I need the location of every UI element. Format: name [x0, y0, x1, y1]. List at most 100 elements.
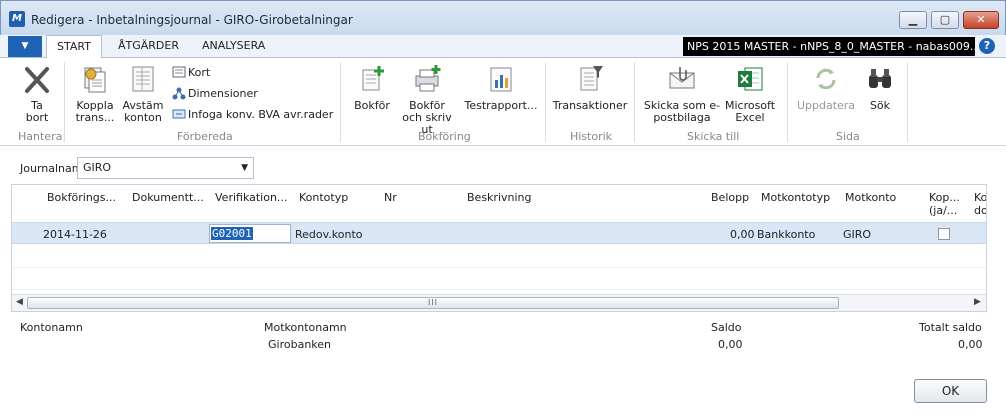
cell-bokforingsdatum[interactable]: 2014-11-26 [43, 228, 107, 241]
group-label-skicka-till: Skicka till [687, 130, 740, 143]
column-header-nr[interactable]: Nr [384, 191, 397, 204]
group-label-bokforing: Bokföring [418, 130, 471, 143]
find-button[interactable]: Sök [862, 64, 898, 112]
group-label-hantera: Hantera [18, 130, 63, 143]
cell-motkonto[interactable]: GIRO [843, 228, 871, 241]
test-report-button[interactable]: Testrapport... [463, 64, 539, 112]
column-header-kopia[interactable]: Kop... (ja/... [929, 191, 960, 217]
delete-x-icon [25, 67, 49, 93]
cell-motkontotyp[interactable]: Bankkonto [757, 228, 815, 241]
dropdown-arrow-icon: ▼ [241, 163, 248, 173]
group-label-historik: Historik [570, 130, 613, 143]
column-header-kopia-line1: Kop... [929, 191, 960, 204]
ok-button[interactable]: OK [914, 379, 987, 403]
journal-name-select[interactable]: GIRO ▼ [77, 157, 254, 179]
ribbon-separator [907, 62, 908, 142]
tab-atgarder[interactable]: ÅTGÄRDER [118, 39, 179, 52]
totalt-saldo-value: 0,00 [958, 338, 983, 351]
insert-conv-lines-button[interactable]: Infoga konv. BVA avr.rader [172, 107, 333, 121]
test-report-label: Testrapport... [464, 99, 538, 112]
close-button[interactable]: ✕ [963, 11, 999, 29]
column-header-truncated-line2: do [974, 204, 987, 217]
title-bar: М Redigera - Inbetalningsjournal - GIRO-… [0, 0, 1006, 35]
ribbon-separator [545, 62, 546, 142]
post-print-icon [415, 65, 441, 92]
minimize-button[interactable]: ▁ [899, 11, 927, 29]
ribbon-separator [634, 62, 635, 142]
column-header-beskrivning[interactable]: Beskrivning [467, 191, 532, 204]
excel-button[interactable]: Microsoft Excel [722, 64, 778, 124]
column-header-kontotyp[interactable]: Kontotyp [299, 191, 348, 204]
dimensions-label: Dimensioner [188, 87, 258, 100]
help-icon[interactable]: ? [979, 38, 995, 54]
scroll-right-icon[interactable]: ▶ [974, 297, 981, 307]
cell-belopp[interactable]: 0,00 [730, 228, 755, 241]
cell-verifikationsnr[interactable]: G02001 [211, 227, 253, 240]
transactions-label: Transaktioner [552, 99, 628, 112]
horizontal-scrollbar[interactable]: ◀ III ▶ [12, 294, 986, 311]
apply-entries-line2: trans... [75, 111, 115, 124]
kontonamn-label: Kontonamn [20, 321, 83, 334]
excel-line2: Excel [735, 111, 765, 124]
ribbon-separator [340, 62, 341, 142]
ribbon-separator [787, 62, 788, 142]
column-header-bokforingsdatum[interactable]: Bokförings... [47, 191, 116, 204]
reconcile-button[interactable]: Avstäm konton [121, 64, 165, 124]
apply-entries-button[interactable]: Koppla trans... [73, 64, 117, 124]
cell-kontotyp[interactable]: Redov.konto [295, 228, 363, 241]
window-title: Redigera - Inbetalningsjournal - GIRO-Gi… [31, 13, 353, 27]
test-report-icon [490, 67, 512, 92]
column-header-motkonto[interactable]: Motkonto [845, 191, 896, 204]
ribbon-separator [64, 62, 65, 142]
scroll-left-icon[interactable]: ◀ [16, 297, 23, 307]
column-header-verifikationsnr[interactable]: Verifikation... [215, 191, 287, 204]
journal-name-value: GIRO [83, 161, 112, 174]
card-label: Kort [188, 66, 211, 79]
card-icon [172, 66, 186, 78]
maximize-button[interactable]: ▢ [931, 11, 959, 29]
insert-conv-lines-label: Infoga konv. BVA avr.rader [188, 108, 334, 121]
scroll-grip: III [427, 298, 439, 307]
column-header-truncated[interactable]: Ko do [974, 191, 987, 217]
apply-entries-icon [84, 67, 106, 93]
binoculars-icon [869, 69, 891, 88]
dimensions-button[interactable]: Dimensioner [172, 86, 258, 100]
delete-label-line2: bort [25, 111, 49, 124]
motkontonamn-label: Motkontonamn [264, 321, 347, 334]
card-button[interactable]: Kort [172, 65, 210, 79]
column-header-truncated-line1: Ko [974, 191, 987, 204]
ribbon-tab-bar: ▼ START ÅTGÄRDER ANALYSERA NPS 2015 MAST… [0, 35, 1006, 59]
saldo-label: Saldo [711, 321, 742, 334]
cell-kopia-checkbox[interactable] [938, 228, 950, 240]
column-header-motkontotyp[interactable]: Motkontotyp [761, 191, 830, 204]
refresh-icon [816, 68, 836, 90]
post-icon [362, 66, 384, 91]
refresh-button[interactable]: Uppdatera [794, 64, 858, 112]
post-and-print-button[interactable]: Bokför och skriv ut [395, 64, 459, 136]
email-attachment-icon [669, 67, 695, 89]
find-label: Sök [869, 99, 891, 112]
post-button[interactable]: Bokför [350, 64, 394, 112]
send-email-attachment-button[interactable]: Skicka som e- postbilaga [640, 64, 724, 124]
column-header-dokumenttyp[interactable]: Dokumentt... [132, 191, 204, 204]
column-header-belopp[interactable]: Belopp [711, 191, 749, 204]
saldo-value: 0,00 [718, 338, 743, 351]
refresh-label: Uppdatera [796, 99, 856, 112]
dimensions-icon [172, 87, 186, 100]
scroll-thumb[interactable]: III [27, 297, 839, 309]
application-menu-button[interactable]: ▼ [8, 36, 42, 57]
journal-lines-grid: Bokförings... Dokumentt... Verifikation.… [11, 184, 987, 312]
insert-lines-icon [172, 109, 186, 119]
table-row[interactable]: 2014-11-26 G02001 Redov.konto 0,00 Bankk… [12, 222, 986, 244]
totalt-saldo-label: Totalt saldo [919, 321, 982, 334]
row-divider [12, 267, 986, 268]
motkontonamn-value: Girobanken [268, 338, 332, 351]
ribbon: Ta bort Hantera Koppla trans... Avstäm k… [0, 58, 1006, 146]
delete-button[interactable]: Ta bort [16, 66, 58, 124]
tab-start[interactable]: START [46, 35, 102, 59]
reconcile-line2: konton [124, 111, 162, 124]
tab-analysera[interactable]: ANALYSERA [202, 39, 265, 52]
send-email-line2: postbilaga [653, 111, 711, 124]
row-divider [12, 289, 986, 290]
transactions-button[interactable]: Transaktioner [550, 64, 630, 112]
